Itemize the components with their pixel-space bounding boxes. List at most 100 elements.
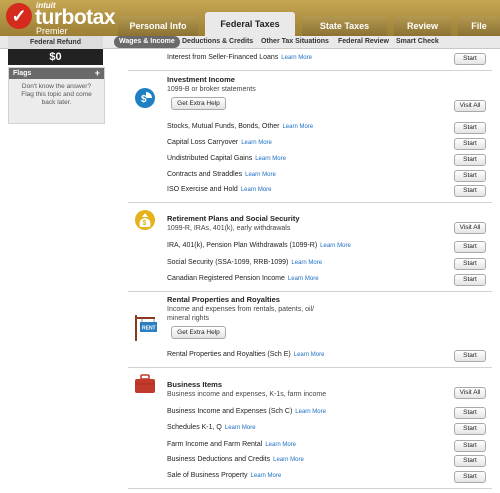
list-item: Undistributed Capital Gains Learn More [167, 154, 286, 164]
learn-more-link[interactable]: Learn More [295, 409, 326, 415]
flags-help-text: Don't know the answer? Flag this topic a… [21, 83, 92, 106]
learn-more-link[interactable]: Learn More [245, 172, 276, 178]
list-item: Social Security (SSA-1099, RRB-1099) Lear… [167, 258, 322, 268]
learn-more-link[interactable]: Learn More [282, 124, 313, 130]
add-flag-icon[interactable]: + [95, 68, 100, 79]
learn-more-link[interactable]: Learn More [265, 442, 296, 448]
visit-all-button[interactable]: Visit All [454, 387, 486, 399]
start-button[interactable]: Start [454, 455, 486, 467]
briefcase-icon [134, 374, 156, 399]
refund-value: $0 [8, 49, 103, 65]
learn-more-link[interactable]: Learn More [288, 276, 319, 282]
item-label: Business Income and Expenses (Sch C) [167, 408, 293, 415]
subtab-federal-review[interactable]: Federal Review [338, 36, 389, 48]
list-item: IRA, 401(k), Pension Plan Withdrawals (1… [167, 241, 351, 251]
list-item: Interest from Seller-Financed Loans Learn… [167, 53, 312, 63]
get-extra-help-button[interactable]: Get Extra Help [171, 326, 226, 339]
flags-panel: Flags + Don't know the answer? Flag this… [8, 67, 105, 124]
main-tabs: Personal Info Federal Taxes State Taxes … [118, 12, 500, 36]
rent-sign-icon: RENT [134, 315, 158, 346]
visit-all-button[interactable]: Visit All [454, 222, 486, 234]
divider [128, 202, 492, 203]
item-label: Undistributed Capital Gains [167, 155, 253, 162]
divider [128, 70, 492, 71]
visit-all-button[interactable]: Visit All [454, 100, 486, 112]
item-label: Stocks, Mutual Funds, Bonds, Other [167, 123, 280, 130]
subtab-deductions-credits[interactable]: Deductions & Credits [182, 36, 253, 48]
start-button[interactable]: Start [454, 122, 486, 134]
list-item: Sale of Business Property Learn More [167, 471, 281, 481]
section-title: Rental Properties and Royalties [167, 295, 280, 304]
start-button[interactable]: Start [454, 258, 486, 270]
section-description-2: mineral rights [167, 315, 210, 322]
start-button[interactable]: Start [454, 53, 486, 65]
section-description: 1099-B or broker statements [167, 86, 256, 93]
list-item: Stocks, Mutual Funds, Bonds, Other Learn … [167, 122, 313, 132]
learn-more-link[interactable]: Learn More [291, 260, 322, 266]
list-item: ISO Exercise and Hold Learn More [167, 185, 272, 195]
item-label: IRA, 401(k), Pension Plan Withdrawals (1… [167, 242, 318, 249]
top-bar: ✓ intuit turbotax Premier Personal Info … [0, 0, 500, 36]
item-label: ISO Exercise and Hold [167, 186, 238, 193]
rent-sign-text: RENT [142, 326, 156, 332]
section-title: Business Items [167, 380, 223, 389]
start-button[interactable]: Start [454, 423, 486, 435]
item-label: Capital Loss Carryover [167, 139, 239, 146]
tab-personal-info[interactable]: Personal Info [118, 16, 198, 36]
list-item: Canadian Registered Pension Income Learn … [167, 274, 319, 284]
start-button[interactable]: Start [454, 185, 486, 197]
tab-federal-taxes[interactable]: Federal Taxes [205, 12, 295, 36]
divider [128, 488, 492, 489]
list-item: Capital Loss Carryover Learn More [167, 138, 272, 148]
section-description: Business income and expenses, K-1s, farm… [167, 391, 327, 398]
get-extra-help-button[interactable]: Get Extra Help [171, 97, 226, 110]
start-button[interactable]: Start [454, 241, 486, 253]
flags-title: Flags [13, 70, 32, 77]
flags-header: Flags + [9, 68, 104, 79]
list-item: Farm Income and Farm Rental Learn More [167, 440, 296, 450]
start-button[interactable]: Start [454, 274, 486, 286]
learn-more-link[interactable]: Learn More [241, 140, 272, 146]
learn-more-link[interactable]: Learn More [241, 187, 272, 193]
investment-icon: $ [134, 87, 156, 114]
learn-more-link[interactable]: Learn More [273, 457, 304, 463]
tab-state-taxes[interactable]: State Taxes [302, 16, 387, 36]
item-label: Social Security (SSA-1099, RRB-1099) [167, 259, 289, 266]
refund-label: Federal Refund [8, 36, 103, 49]
start-button[interactable]: Start [454, 170, 486, 182]
item-label: Canadian Registered Pension Income [167, 275, 285, 282]
logo-product: turbotax [35, 6, 116, 29]
learn-more-link[interactable]: Learn More [294, 352, 325, 358]
start-button[interactable]: Start [454, 471, 486, 483]
divider [128, 367, 492, 368]
list-item: Rental Properties and Royalties (Sch E) L… [167, 350, 324, 360]
tab-review[interactable]: Review [394, 16, 451, 36]
start-button[interactable]: Start [454, 407, 486, 419]
retirement-icon: $ [134, 209, 156, 236]
start-button[interactable]: Start [454, 440, 486, 452]
item-label: Contracts and Straddles [167, 171, 243, 178]
item-label: Business Deductions and Credits [167, 456, 271, 463]
subtab-other-tax-situations[interactable]: Other Tax Situations [261, 36, 329, 48]
start-button[interactable]: Start [454, 154, 486, 166]
logo-edition: Premier [36, 26, 68, 36]
start-button[interactable]: Start [454, 350, 486, 362]
divider [128, 291, 492, 292]
section-title: Retirement Plans and Social Security [167, 214, 300, 223]
learn-more-link[interactable]: Learn More [225, 425, 256, 431]
learn-more-link[interactable]: Learn More [320, 243, 351, 249]
item-label: Interest from Seller-Financed Loans [167, 54, 279, 61]
list-item: Business Deductions and Credits Learn Mor… [167, 455, 304, 465]
learn-more-link[interactable]: Learn More [255, 156, 286, 162]
learn-more-link[interactable]: Learn More [251, 473, 282, 479]
subtab-wages-income[interactable]: Wages & Income [114, 36, 180, 48]
start-button[interactable]: Start [454, 138, 486, 150]
turbotax-logo[interactable]: ✓ intuit turbotax Premier [6, 1, 116, 36]
learn-more-link[interactable]: Learn More [281, 55, 312, 61]
subtab-smart-check[interactable]: Smart Check [396, 36, 439, 48]
checkmark-icon: ✓ [6, 3, 32, 29]
tab-file[interactable]: File [458, 16, 500, 36]
item-label: Schedules K-1, Q [167, 424, 222, 431]
section-title: Investment Income [167, 75, 235, 84]
svg-text:$: $ [143, 220, 147, 227]
